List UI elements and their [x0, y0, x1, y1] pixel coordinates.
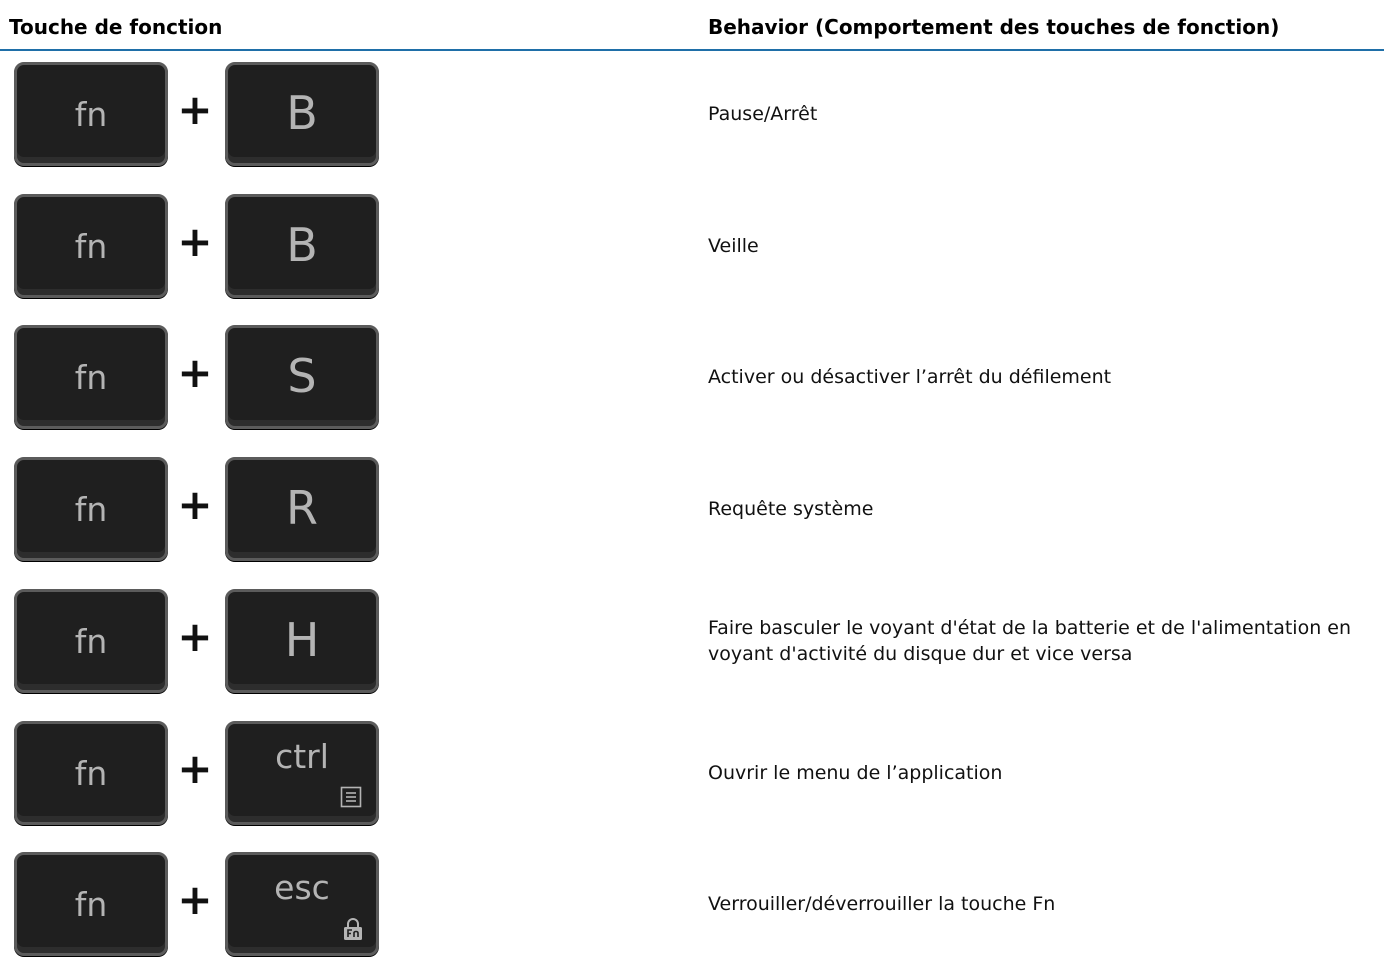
plus-sign: + — [177, 85, 213, 134]
behavior-text: Requête système — [708, 498, 874, 520]
h-key: H — [225, 589, 379, 693]
key-label: esc — [274, 868, 330, 907]
column-header-behavior: Behavior (Comportement des touches de fo… — [708, 15, 1280, 39]
plus-sign: + — [177, 480, 213, 529]
fn-key-label: fn — [74, 754, 108, 793]
fn-lock-icon — [344, 918, 362, 940]
fn-key-label: fn — [74, 95, 108, 134]
fn-key-label: fn — [74, 885, 108, 924]
behavior-text: Verrouiller/déverrouiller la touche Fn — [708, 893, 1056, 915]
fn-key-label: fn — [74, 622, 108, 661]
b-key: B — [225, 194, 379, 298]
s-key: S — [225, 325, 379, 429]
key-label: ctrl — [275, 737, 329, 776]
key-label: B — [286, 86, 318, 140]
key-label: S — [287, 349, 317, 403]
fn-key-label: fn — [74, 358, 108, 397]
fn-key: fn — [14, 589, 168, 693]
fn-key: fn — [14, 62, 168, 166]
plus-sign: + — [177, 217, 213, 266]
behavior-text: Pause/Arrêt — [708, 103, 818, 125]
fn-key: fn — [14, 194, 168, 298]
table-row: fn + esc Verrouiller/déverrouiller la to… — [0, 842, 1384, 974]
table-row: fn + ctrl Ouvrir le menu de l’applicatio… — [0, 711, 1384, 843]
plus-sign: + — [177, 612, 213, 661]
plus-sign: + — [177, 875, 213, 924]
behavior-text: Faire basculer le voyant d'état de la ba… — [708, 617, 1352, 665]
b-key: B — [225, 62, 379, 166]
header-divider — [0, 49, 1384, 51]
esc-key: esc — [225, 852, 379, 956]
behavior-text: Ouvrir le menu de l’application — [708, 762, 1003, 784]
behavior-text: Activer ou désactiver l’arrêt du défilem… — [708, 366, 1112, 388]
key-label: H — [284, 613, 320, 667]
column-header-function-key: Touche de fonction — [9, 15, 223, 39]
table-row: fn + H Faire basculer le voyant d'état d… — [0, 579, 1384, 711]
behavior-text: Veille — [708, 235, 759, 257]
r-key: R — [225, 457, 379, 561]
table-header: Touche de fonction Behavior (Comportemen… — [0, 0, 1384, 52]
ctrl-key: ctrl — [225, 721, 379, 825]
table-row: fn + B Veille — [0, 184, 1384, 316]
plus-sign: + — [177, 348, 213, 397]
fn-key: fn — [14, 457, 168, 561]
fn-key: fn — [14, 325, 168, 429]
plus-sign: + — [177, 744, 213, 793]
fn-key-label: fn — [74, 227, 108, 266]
fn-key: fn — [14, 852, 168, 956]
menu-icon — [340, 786, 362, 808]
key-label: R — [286, 481, 318, 535]
table-row: fn + B Pause/Arrêt — [0, 52, 1384, 184]
table-row: fn + S Activer ou désactiver l’arrêt du … — [0, 315, 1384, 447]
key-label: B — [286, 218, 318, 272]
fn-key-label: fn — [74, 490, 108, 529]
fn-key: fn — [14, 721, 168, 825]
table-row: fn + R Requête système — [0, 447, 1384, 579]
